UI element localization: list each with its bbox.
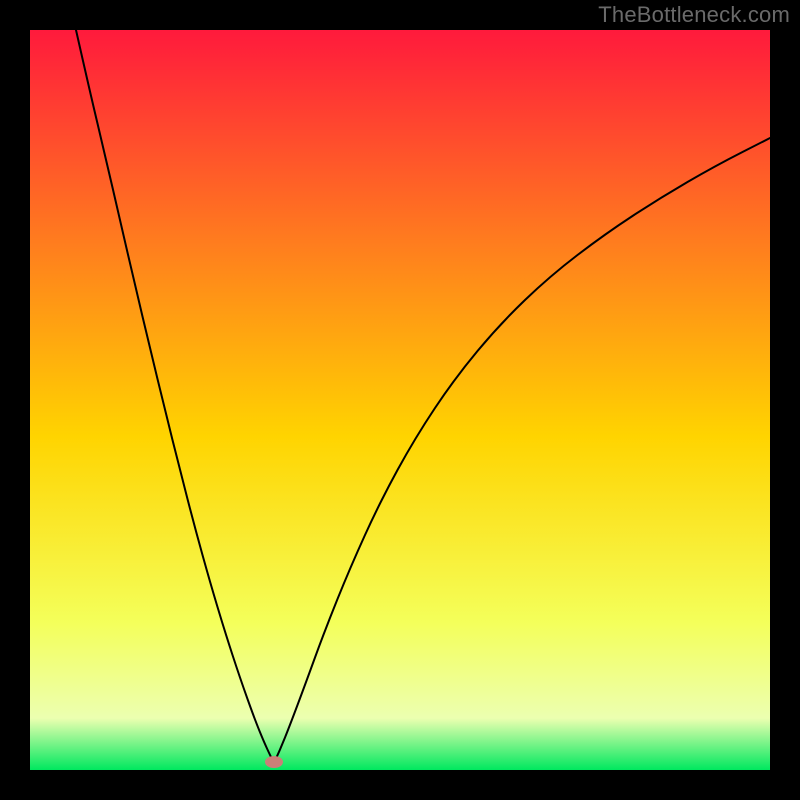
watermark-label: TheBottleneck.com (598, 2, 790, 28)
gradient-background (30, 30, 770, 770)
plot-area (30, 30, 770, 770)
minimum-marker (265, 756, 283, 768)
chart-frame: TheBottleneck.com (0, 0, 800, 800)
chart-svg (30, 30, 770, 770)
